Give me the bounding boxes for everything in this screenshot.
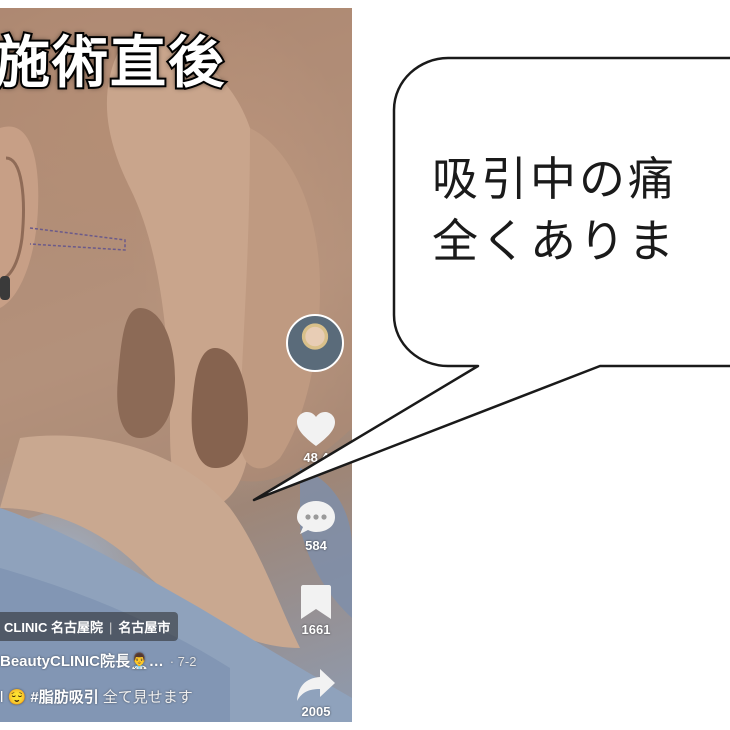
speech-bubble-shape xyxy=(252,56,730,502)
speech-bubble-line-2: 全くありま xyxy=(432,214,677,268)
speech-bubble-line-1: 吸引中の痛 xyxy=(432,152,677,206)
speech-bubble-text: 吸引中の痛 全くありま xyxy=(432,148,730,278)
